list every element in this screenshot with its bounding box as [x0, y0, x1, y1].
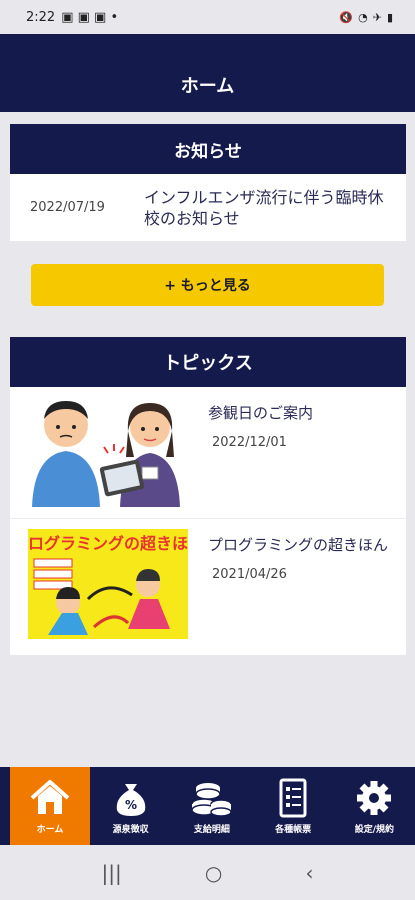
- nav-forms-label: 各種帳票: [275, 824, 312, 835]
- nav-forms[interactable]: 各種帳票: [253, 767, 334, 845]
- bottom-navigation: ホーム % 源泉徴収 支給明細 各種帳票 設定/規約: [0, 767, 415, 845]
- topics-heading: トピックス: [10, 337, 406, 387]
- news-heading: お知らせ: [10, 124, 406, 174]
- gear-icon: [357, 780, 392, 815]
- money-bag-icon: %: [116, 783, 145, 816]
- topic-thumbnail-book-cover: プログラミングの超きほん: [12, 529, 204, 639]
- home-icon: [30, 779, 70, 814]
- nav-settings[interactable]: 設定/規約: [334, 767, 415, 845]
- news-date: 2022/07/19: [30, 200, 105, 215]
- topics-card: トピックス 参観日のご案内 2022/12/01 ログラミングの超きほ プログラ…: [10, 337, 406, 655]
- page-title: ホーム: [180, 76, 235, 97]
- document-list-icon: [279, 778, 307, 817]
- topic-date: 2022/12/01: [212, 435, 287, 450]
- news-item[interactable]: 2022/07/19 インフルエンザ流行に伴う臨時休校のお知らせ: [10, 174, 406, 241]
- topic-title: プログラミングの超きほん: [208, 536, 389, 554]
- battery-icon: ▮: [386, 10, 393, 24]
- topic-title: 参観日のご案内: [208, 404, 314, 422]
- mute-icon: 🔇: [339, 10, 354, 24]
- nav-home[interactable]: ホーム: [10, 767, 90, 845]
- nav-settings-label: 設定/規約: [354, 824, 395, 835]
- topic-item[interactable]: プログラミングの超きほん プログラミングの超きほん 2021/04/26: [10, 519, 406, 651]
- status-time: 2:22: [26, 9, 56, 25]
- news-title: インフルエンザ流行に伴う臨時休校のお知らせ: [144, 187, 384, 228]
- notification-icons: ▣ ▣ ▣ •: [61, 9, 119, 25]
- system-status-icons: 🔇 ◔ ✈ ▮: [339, 11, 393, 24]
- more-button[interactable]: + もっと見る: [31, 264, 384, 306]
- book-cover-title: プログラミングの超きほん: [28, 534, 188, 553]
- nav-withholding[interactable]: % 源泉徴収: [90, 767, 171, 845]
- topic-date: 2021/04/26: [212, 567, 287, 582]
- back-icon[interactable]: ‹: [305, 861, 313, 885]
- topic-item[interactable]: 参観日のご案内 2022/12/01: [10, 387, 406, 519]
- system-navigation-bar: ||| ○ ‹: [0, 845, 415, 900]
- app-header: ホーム: [0, 34, 415, 112]
- home-circle-icon[interactable]: ○: [205, 861, 222, 885]
- nav-home-label: ホーム: [36, 824, 64, 835]
- status-bar: 2:22 ▣ ▣ ▣ • 🔇 ◔ ✈ ▮: [0, 0, 415, 34]
- coins-icon: [191, 782, 232, 817]
- topic-thumbnail-illustration: [28, 397, 188, 507]
- recent-apps-icon[interactable]: |||: [102, 861, 122, 885]
- news-card: お知らせ 2022/07/19 インフルエンザ流行に伴う臨時休校のお知らせ: [10, 124, 406, 241]
- wifi-icon: ◔: [358, 10, 368, 24]
- nav-pay-statement[interactable]: 支給明細: [171, 767, 252, 845]
- svg-text:%: %: [125, 798, 137, 812]
- nav-withholding-label: 源泉徴収: [112, 824, 149, 835]
- nav-pay-statement-label: 支給明細: [193, 824, 230, 835]
- airplane-icon: ✈: [372, 10, 382, 24]
